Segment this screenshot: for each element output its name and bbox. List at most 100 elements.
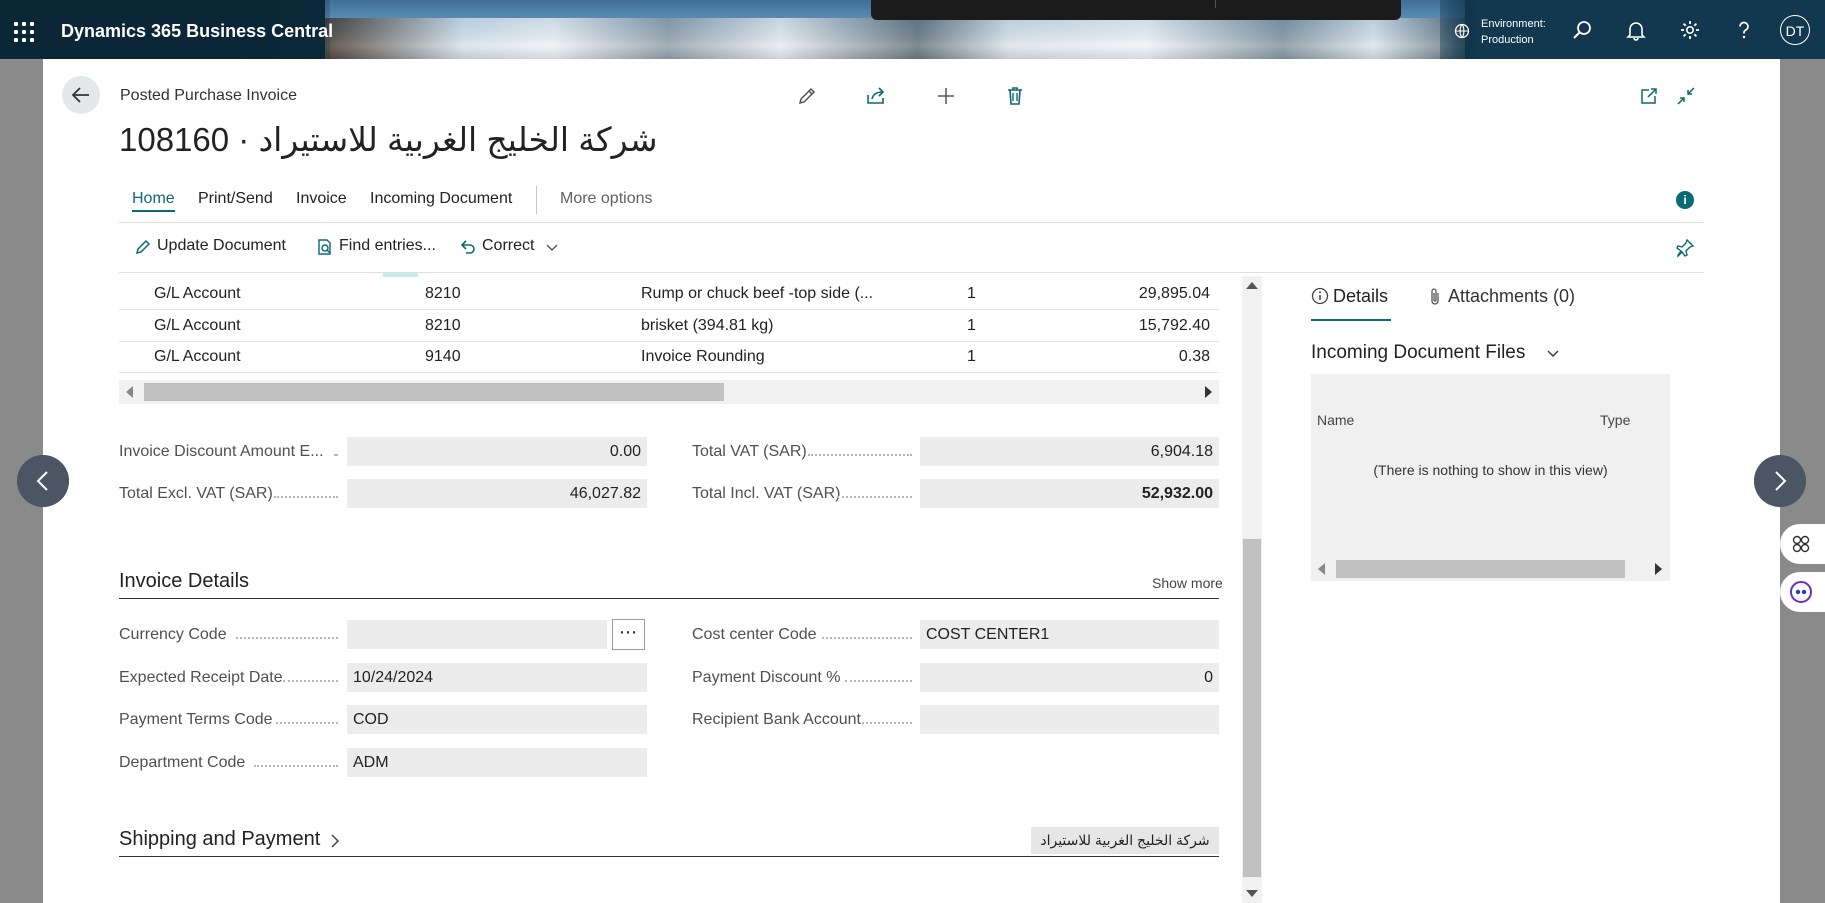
lookup-button[interactable]: ⋯ xyxy=(612,619,645,650)
line-quantity: 1 xyxy=(967,317,976,334)
column-type-header[interactable]: Type xyxy=(1600,412,1630,428)
page-title: شركة الخليج الغربية للاستيراد · 108160 xyxy=(119,121,658,158)
scroll-up-arrow[interactable] xyxy=(1246,282,1258,289)
line-no: 9140 xyxy=(425,348,461,365)
factbox-horizontal-scrollbar[interactable] xyxy=(1311,558,1670,580)
scroll-right-arrow[interactable] xyxy=(1205,386,1212,398)
tab-details[interactable]: Details xyxy=(1333,286,1388,307)
cost-center-code-field[interactable]: COST CENTER1 xyxy=(920,620,1219,649)
currency-code-label: Currency Code xyxy=(119,626,227,643)
help-icon[interactable] xyxy=(1733,19,1755,41)
department-code-field[interactable]: ADM xyxy=(347,748,647,777)
lines-horizontal-scrollbar[interactable] xyxy=(119,380,1219,404)
back-button[interactable] xyxy=(62,76,100,114)
app-name[interactable]: Dynamics 365 Business Central xyxy=(61,21,333,42)
table-row[interactable]: G/L Account 9140 Invoice Rounding 1 0.38 xyxy=(119,341,1219,373)
total-vat-label: Total VAT (SAR) xyxy=(692,443,807,460)
tab-home[interactable]: Home xyxy=(132,190,175,212)
environment-label: Environment: xyxy=(1481,18,1546,30)
chevron-down-icon[interactable] xyxy=(1546,347,1560,361)
tab-print-send[interactable]: Print/Send xyxy=(198,190,273,208)
expected-receipt-date-label: Expected Receipt Date xyxy=(119,669,283,686)
scroll-left-arrow[interactable] xyxy=(126,386,133,398)
gear-icon[interactable] xyxy=(1679,19,1701,41)
find-entries-button[interactable]: Find entries... xyxy=(339,237,436,255)
column-indicator xyxy=(383,272,418,277)
delete-icon[interactable] xyxy=(1004,85,1026,107)
line-description: brisket (394.81 kg) xyxy=(641,317,774,334)
department-code-label: Department Code xyxy=(119,754,246,771)
find-entries-icon xyxy=(318,239,331,255)
payment-terms-code-field[interactable]: COD xyxy=(347,705,647,734)
scroll-thumb[interactable] xyxy=(144,383,724,401)
scroll-right-arrow[interactable] xyxy=(1655,563,1662,575)
copilot-icon xyxy=(1790,581,1812,603)
invoice-details-heading[interactable]: Invoice Details xyxy=(119,570,249,593)
environment-indicator[interactable]: Environment: Production xyxy=(1481,16,1546,48)
previous-record-button[interactable] xyxy=(17,455,69,507)
line-amount: 15,792.40 xyxy=(1138,317,1210,334)
tab-invoice[interactable]: Invoice xyxy=(296,190,347,208)
scroll-down-arrow[interactable] xyxy=(1246,890,1258,897)
cost-center-code-label: Cost center Code xyxy=(692,626,817,643)
tab-attachments[interactable]: Attachments (0) xyxy=(1448,286,1575,307)
line-type: G/L Account xyxy=(154,317,241,334)
bell-icon[interactable] xyxy=(1625,19,1647,41)
line-quantity: 1 xyxy=(967,348,976,365)
info-icon[interactable]: i xyxy=(1676,191,1694,209)
user-avatar[interactable]: DT xyxy=(1780,15,1810,45)
invoice-discount-field[interactable]: 0.00 xyxy=(347,437,647,466)
next-record-button[interactable] xyxy=(1754,455,1806,507)
line-amount: 29,895.04 xyxy=(1138,285,1210,302)
line-description: Invoice Rounding xyxy=(641,348,765,365)
incoming-document-files-heading[interactable]: Incoming Document Files xyxy=(1311,342,1525,364)
scroll-thumb[interactable] xyxy=(1243,539,1261,877)
side-widget[interactable] xyxy=(1780,524,1825,564)
search-icon[interactable] xyxy=(1571,19,1593,41)
pin-icon[interactable] xyxy=(1675,238,1695,258)
share-icon[interactable] xyxy=(865,85,887,107)
collapse-icon[interactable] xyxy=(1675,85,1697,107)
environment-value: Production xyxy=(1481,34,1534,46)
overlay-bar xyxy=(871,0,1401,20)
update-document-button[interactable]: Update Document xyxy=(157,237,286,255)
add-icon[interactable] xyxy=(935,85,957,107)
scroll-left-arrow[interactable] xyxy=(1318,563,1325,575)
table-row[interactable]: G/L Account 8210 Rump or chuck beef -top… xyxy=(119,278,1219,310)
paperclip-icon xyxy=(1431,288,1439,305)
top-bar: Dynamics 365 Business Central Environmen… xyxy=(0,0,1825,59)
edit-icon[interactable] xyxy=(796,85,818,107)
scroll-thumb[interactable] xyxy=(1336,560,1625,578)
expected-receipt-date-field[interactable]: 10/24/2024 xyxy=(347,663,647,692)
chevron-right-icon[interactable] xyxy=(330,833,340,849)
total-incl-vat-field: 52,932.00 xyxy=(920,479,1219,508)
content-vertical-scrollbar[interactable] xyxy=(1242,276,1262,903)
show-more-link[interactable]: Show more xyxy=(1152,575,1223,591)
divider xyxy=(119,272,1704,273)
app-launcher-icon[interactable] xyxy=(14,22,34,42)
vendor-name-badge: شركة الخليج الغربية للاستيراد xyxy=(1031,827,1219,854)
line-no: 8210 xyxy=(425,285,461,302)
correct-button[interactable]: Correct xyxy=(482,237,534,255)
tab-incoming-document[interactable]: Incoming Document xyxy=(370,190,512,208)
environment-icon xyxy=(1454,23,1470,39)
recipient-bank-account-field[interactable] xyxy=(920,705,1219,734)
total-vat-field: 6,904.18 xyxy=(920,437,1219,466)
column-name-header[interactable]: Name xyxy=(1317,412,1354,428)
breadcrumb: Posted Purchase Invoice xyxy=(120,87,297,104)
payment-discount-label: Payment Discount % xyxy=(692,669,841,686)
line-no: 8210 xyxy=(425,317,461,334)
section-divider xyxy=(119,598,1219,599)
chevron-down-icon[interactable] xyxy=(545,241,559,255)
shipping-payment-heading[interactable]: Shipping and Payment xyxy=(119,828,320,851)
currency-code-field[interactable] xyxy=(347,620,607,649)
more-options[interactable]: More options xyxy=(560,190,653,208)
side-widget[interactable] xyxy=(1780,572,1825,612)
info-circle-icon xyxy=(1311,287,1329,305)
divider xyxy=(119,222,1704,223)
table-row[interactable]: G/L Account 8210 brisket (394.81 kg) 1 1… xyxy=(119,310,1219,342)
open-new-window-icon[interactable] xyxy=(1638,85,1660,107)
payment-terms-code-label: Payment Terms Code xyxy=(119,711,273,728)
recipient-bank-account-label: Recipient Bank Account xyxy=(692,711,861,728)
payment-discount-field[interactable]: 0 xyxy=(920,663,1219,692)
